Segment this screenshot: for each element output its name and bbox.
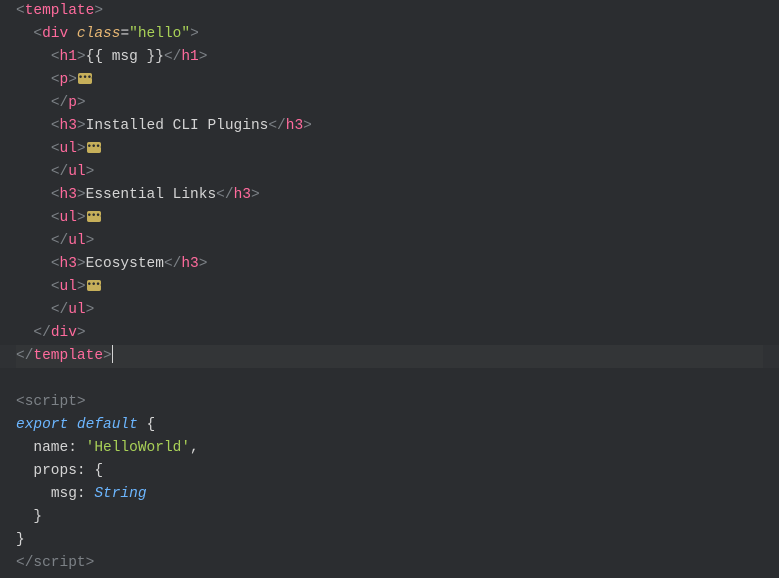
code-line[interactable]: name: 'HelloWorld',: [16, 437, 763, 460]
code-line[interactable]: <template>: [16, 0, 763, 23]
code-line[interactable]: <ul>•••: [16, 138, 763, 161]
code-line[interactable]: </ul>: [16, 299, 763, 322]
code-line[interactable]: </ul>: [16, 161, 763, 184]
code-line[interactable]: props: {: [16, 460, 763, 483]
code-line[interactable]: <p>•••: [16, 69, 763, 92]
code-line[interactable]: </template>: [16, 345, 763, 368]
code-line[interactable]: </ul>: [16, 230, 763, 253]
code-line[interactable]: <script>: [16, 391, 763, 414]
code-line[interactable]: msg: String: [16, 483, 763, 506]
code-line[interactable]: <h3>Essential Links</h3>: [16, 184, 763, 207]
fold-marker[interactable]: •••: [78, 73, 92, 84]
code-line[interactable]: <ul>•••: [16, 207, 763, 230]
code-line[interactable]: <h3>Ecosystem</h3>: [16, 253, 763, 276]
code-line[interactable]: <h1>{{ msg }}</h1>: [16, 46, 763, 69]
code-line[interactable]: </script>: [16, 552, 763, 575]
code-line[interactable]: </p>: [16, 92, 763, 115]
code-line[interactable]: }: [16, 529, 763, 552]
code-line[interactable]: </div>: [16, 322, 763, 345]
code-line[interactable]: }: [16, 506, 763, 529]
code-line[interactable]: <div class="hello">: [16, 23, 763, 46]
code-editor[interactable]: <template> <div class="hello"> <h1>{{ ms…: [16, 0, 763, 575]
code-line[interactable]: <ul>•••: [16, 276, 763, 299]
code-line[interactable]: [16, 368, 763, 391]
text-cursor: [112, 345, 114, 363]
code-line[interactable]: <h3>Installed CLI Plugins</h3>: [16, 115, 763, 138]
code-line[interactable]: export default {: [16, 414, 763, 437]
fold-marker[interactable]: •••: [87, 211, 101, 222]
fold-marker[interactable]: •••: [87, 280, 101, 291]
fold-marker[interactable]: •••: [87, 142, 101, 153]
